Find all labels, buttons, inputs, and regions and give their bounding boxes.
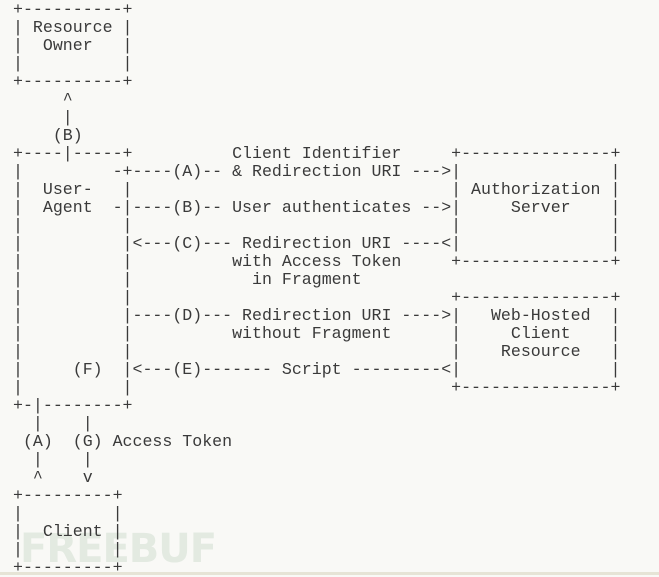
diagram-line: (A) (G) Access Token [13, 432, 233, 451]
diagram-line: | User- | | Authorization | [13, 180, 621, 199]
diagram-line: | | +---------------+ [13, 378, 621, 397]
diagram-line: | | in Fragment [13, 270, 362, 289]
diagram-line: | | +---------------+ [13, 288, 621, 307]
diagram-line: | Agent -|----(B)-- User authenticates -… [13, 198, 621, 217]
diagram-line: | Owner | [13, 36, 133, 55]
diagram-line: | | | | [13, 216, 621, 235]
diagram-line: | (F) |<---(E)------- Script ---------<|… [13, 360, 621, 379]
diagram-line: +-|--------+ [13, 396, 133, 415]
diagram-line: | | [13, 54, 133, 73]
diagram-line: +----------+ [13, 0, 133, 19]
diagram-line: | | [13, 540, 123, 559]
diagram-line: ^ [13, 90, 73, 109]
diagram-line: | |----(D)--- Redirection URI ---->| Web… [13, 306, 621, 325]
diagram-line: +---------+ [13, 486, 123, 505]
diagram-line: | |<---(C)--- Redirection URI ----<| | [13, 234, 621, 253]
diagram-line: | | [13, 414, 93, 433]
ascii-flow-diagram: +----------+ | Resource | | Owner | | | +---… [13, 1, 620, 577]
diagram-line: | | [13, 504, 123, 523]
diagram-line: | | with Access Token +---------------+ [13, 252, 621, 271]
diagram-line: +----------+ [13, 72, 133, 91]
diagram-line: (B) [13, 126, 83, 145]
diagram-line: | | without Fragment | Client | [13, 324, 621, 343]
diagram-line: | -+----(A)-- & Redirection URI --->| | [13, 162, 621, 181]
diagram-line: | Resource | [13, 18, 133, 37]
diagram-line: | [13, 108, 73, 127]
diagram-line: | Client | [13, 522, 123, 541]
diagram-line: ^ v [13, 468, 93, 487]
diagram-line: | | [13, 450, 93, 469]
diagram-line: +----|-----+ Client Identifier +--------… [13, 144, 621, 163]
diagram-line: | | | Resource | [13, 342, 621, 361]
